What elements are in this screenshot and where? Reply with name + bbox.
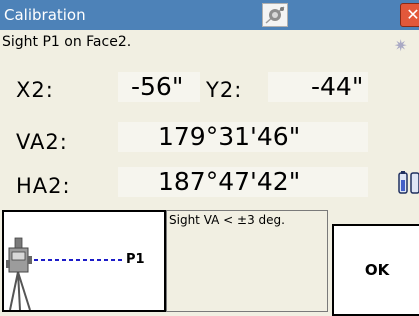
target-label: P1 xyxy=(126,252,145,267)
va2-label: VA2: xyxy=(16,130,68,154)
prism-target-icon[interactable] xyxy=(262,3,288,27)
instruction-text: Sight P1 on Face2. xyxy=(2,34,132,50)
sight-va-note: Sight VA < ±3 deg. xyxy=(169,213,285,227)
window-title: Calibration xyxy=(4,6,86,24)
close-button[interactable]: ✕ xyxy=(400,3,419,27)
ok-button[interactable]: OK xyxy=(332,224,419,316)
y2-value: -44" xyxy=(311,72,364,101)
ha2-value: 187°47'42" xyxy=(158,167,301,196)
va2-value: 179°31'46" xyxy=(158,122,301,151)
ha2-label: HA2: xyxy=(16,174,71,198)
sighting-diagram: P1 xyxy=(2,210,166,312)
sun-icon: ✷ xyxy=(394,36,408,55)
y2-label: Y2: xyxy=(206,78,243,102)
note-panel: Sight VA < ±3 deg. xyxy=(166,210,328,312)
battery-icon xyxy=(397,170,419,200)
x2-label: X2: xyxy=(16,78,54,102)
title-bar: Calibration ✕ xyxy=(0,0,419,30)
x2-value: -56" xyxy=(131,72,184,101)
